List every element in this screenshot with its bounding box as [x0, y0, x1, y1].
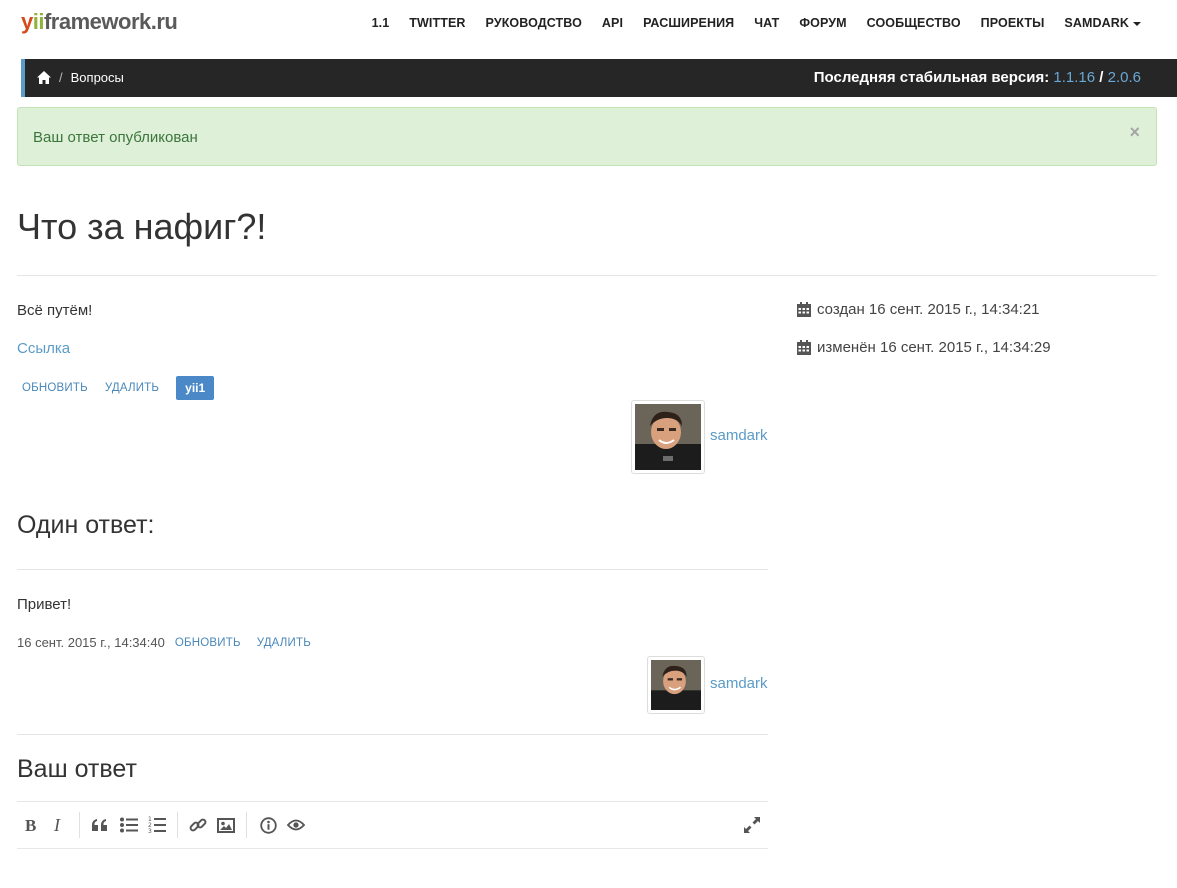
breadcrumb-bar: / Вопросы Последняя стабильная версия: 1… [21, 59, 1177, 97]
answer-delete-button[interactable]: УДАЛИТЬ [257, 637, 311, 649]
home-icon[interactable] [37, 71, 51, 84]
logo-ii: ii [32, 9, 45, 34]
logo-y: y [21, 9, 33, 34]
delete-button[interactable]: УДАЛИТЬ [105, 382, 159, 394]
calendar-icon [797, 340, 811, 355]
nav-item-guide[interactable]: РУКОВОДСТВО [476, 16, 592, 30]
stable-version: Последняя стабильная версия: 1.1.16 / 2.… [814, 69, 1141, 86]
nav-item-projects[interactable]: ПРОЕКТЫ [971, 16, 1055, 30]
calendar-icon [797, 302, 811, 317]
main-nav: 1.1 TWITTER РУКОВОДСТВО API РАСШИРЕНИЯ Ч… [362, 16, 1151, 30]
version-1-link[interactable]: 1.1.16 [1053, 69, 1095, 86]
nav-item-community[interactable]: СООБЩЕСТВО [857, 16, 971, 30]
breadcrumb: / Вопросы [37, 70, 124, 85]
avatar[interactable] [631, 400, 705, 474]
numbered-list-icon[interactable]: 123 [146, 814, 168, 836]
italic-icon[interactable]: I [48, 814, 70, 836]
version-label: Последняя стабильная версия: [813, 69, 1050, 86]
info-icon[interactable] [257, 814, 279, 836]
breadcrumb-current: Вопросы [70, 70, 124, 85]
site-logo[interactable]: yiiframework.ru [21, 9, 178, 35]
modified-date: изменён 16 сент. 2015 г., 14:34:29 [817, 339, 1051, 356]
page-title: Что за нафиг?! [17, 206, 267, 247]
your-answer-heading: Ваш ответ [17, 755, 137, 783]
nav-item-forum[interactable]: ФОРУМ [789, 16, 856, 30]
nav-item-chat[interactable]: ЧАТ [744, 16, 789, 30]
close-icon[interactable]: × [1129, 122, 1140, 143]
bullet-list-icon[interactable] [118, 814, 140, 836]
answer-body: Привет! [17, 596, 72, 613]
update-button[interactable]: ОБНОВИТЬ [22, 382, 88, 394]
answer-meta: 16 сент. 2015 г., 14:34:40 ОБНОВИТЬ УДАЛ… [17, 635, 317, 650]
modified-meta: изменён 16 сент. 2015 г., 14:34:29 [797, 339, 1051, 356]
question-actions: ОБНОВИТЬ УДАЛИТЬ yii1 [22, 376, 215, 400]
avatar[interactable] [647, 656, 705, 714]
fullscreen-icon[interactable] [741, 814, 763, 836]
alert-text: Ваш ответ опубликован [33, 129, 198, 146]
editor-toolbar: B I 123 [17, 801, 768, 849]
svg-text:I: I [53, 817, 61, 833]
created-date: создан 16 сент. 2015 г., 14:34:21 [817, 301, 1040, 318]
created-meta: создан 16 сент. 2015 г., 14:34:21 [797, 301, 1040, 318]
bold-icon[interactable]: B [20, 814, 42, 836]
divider [17, 569, 768, 570]
svg-text:3: 3 [148, 828, 152, 834]
success-alert: Ваш ответ опубликован × [17, 107, 1157, 166]
version-separator: / [1099, 69, 1104, 86]
tag-badge[interactable]: yii1 [176, 376, 215, 400]
divider [17, 275, 1157, 276]
link-icon[interactable] [187, 814, 209, 836]
nav-item-api[interactable]: API [592, 16, 633, 30]
question-body: Всё путём! [17, 302, 93, 319]
nav-item-twitter[interactable]: TWITTER [399, 16, 475, 30]
nav-item-1-1[interactable]: 1.1 [362, 16, 400, 30]
answer-update-button[interactable]: ОБНОВИТЬ [175, 637, 241, 649]
question-link[interactable]: Ссылка [17, 340, 70, 357]
breadcrumb-separator: / [59, 70, 63, 85]
author-link[interactable]: samdark [710, 427, 768, 444]
quote-icon[interactable] [89, 814, 111, 836]
user-menu-label: SAMDARK [1064, 16, 1129, 30]
top-navbar: yiiframework.ru 1.1 TWITTER РУКОВОДСТВО … [0, 0, 1177, 59]
nav-item-user-menu[interactable]: SAMDARK [1054, 16, 1151, 30]
divider [17, 734, 768, 735]
logo-rest: framework.ru [43, 9, 178, 34]
caret-down-icon [1133, 21, 1141, 26]
svg-text:B: B [25, 817, 36, 833]
image-icon[interactable] [215, 814, 237, 836]
toolbar-separator [246, 812, 247, 838]
nav-item-extensions[interactable]: РАСШИРЕНИЯ [633, 16, 744, 30]
answer-author-link[interactable]: samdark [710, 675, 768, 692]
answer-date: 16 сент. 2015 г., 14:34:40 [17, 635, 165, 650]
version-2-link[interactable]: 2.0.6 [1108, 69, 1141, 86]
toolbar-separator [79, 812, 80, 838]
answers-heading: Один ответ: [17, 511, 155, 539]
preview-icon[interactable] [285, 814, 307, 836]
toolbar-separator [177, 812, 178, 838]
